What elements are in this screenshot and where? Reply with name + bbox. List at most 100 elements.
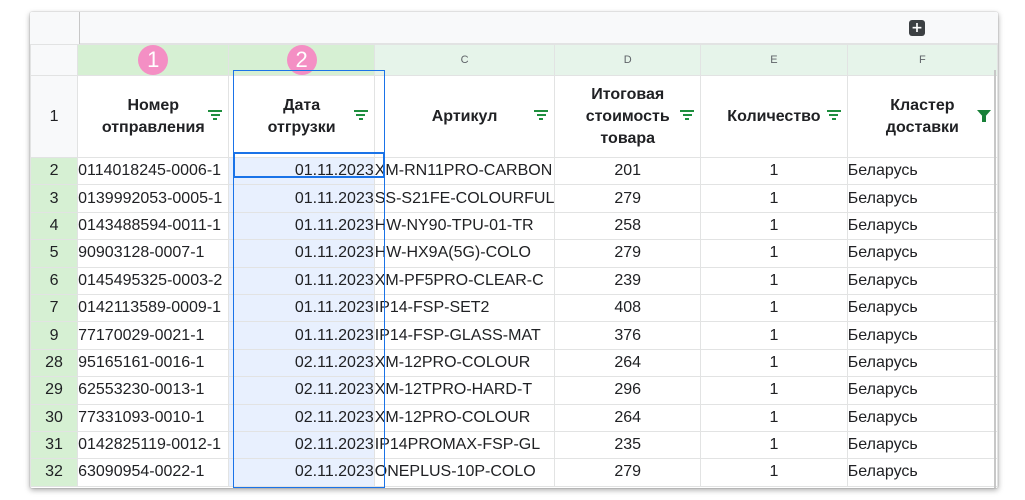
- cell-total-cost[interactable]: 279: [554, 239, 702, 268]
- header-shipment-number[interactable]: Номер отправления: [77, 75, 230, 158]
- cell-total-cost[interactable]: 279: [554, 184, 702, 213]
- cell-quantity[interactable]: 1: [700, 321, 848, 350]
- cell-quantity[interactable]: 1: [700, 348, 848, 378]
- plus-square-icon[interactable]: +: [909, 20, 925, 36]
- row-number[interactable]: 5: [30, 239, 79, 268]
- cell-total-cost[interactable]: 239: [554, 266, 702, 295]
- cell-total-cost[interactable]: 264: [554, 403, 702, 432]
- cell-delivery-cluster[interactable]: Беларусь: [846, 430, 998, 460]
- cell-article[interactable]: XM-RN11PRO-CARBON: [373, 156, 556, 186]
- row-number[interactable]: 4: [30, 211, 79, 241]
- cell-article[interactable]: XM-12PRO-COLOUR: [373, 403, 556, 432]
- header-delivery-cluster[interactable]: Кластер доставки: [846, 75, 998, 158]
- cell-quantity[interactable]: 1: [700, 458, 848, 487]
- cell-shipment-number[interactable]: 63090954-0022-1: [77, 458, 230, 487]
- cell-delivery-cluster[interactable]: Беларусь: [846, 293, 998, 323]
- row-number[interactable]: 6: [30, 266, 79, 295]
- cell-article[interactable]: IP14-FSP-SET2: [373, 293, 556, 323]
- cell-article[interactable]: XM-12PRO-COLOUR: [373, 348, 556, 378]
- cell-quantity[interactable]: 1: [700, 211, 848, 241]
- cell-total-cost[interactable]: 201: [554, 156, 702, 186]
- row-number[interactable]: 28: [30, 348, 79, 378]
- cell-article[interactable]: HW-HX9A(5G)-COLO: [373, 239, 556, 268]
- cell-ship-date[interactable]: 02.11.2023: [228, 430, 375, 460]
- cell-quantity[interactable]: 1: [700, 376, 848, 405]
- filter-icon[interactable]: [208, 110, 223, 122]
- filter-icon[interactable]: [680, 110, 695, 122]
- header-total-cost[interactable]: Итоговая стоимость товара: [554, 75, 702, 158]
- cell-total-cost[interactable]: 235: [554, 430, 702, 460]
- cell-shipment-number[interactable]: 0145495325-0003-2: [77, 266, 230, 295]
- cell-article[interactable]: HW-NY90-TPU-01-TR: [373, 211, 556, 241]
- cell-delivery-cluster[interactable]: Беларусь: [846, 458, 998, 487]
- cell-total-cost[interactable]: 408: [554, 293, 702, 323]
- cell-shipment-number[interactable]: 0142113589-0009-1: [77, 293, 230, 323]
- cell-ship-date[interactable]: 02.11.2023: [228, 458, 375, 487]
- cell-shipment-number[interactable]: 62553230-0013-1: [77, 376, 230, 405]
- cell-total-cost[interactable]: 258: [554, 211, 702, 241]
- cell-delivery-cluster[interactable]: Беларусь: [846, 376, 998, 405]
- cell-quantity[interactable]: 1: [700, 184, 848, 213]
- cell-shipment-number[interactable]: 90903128-0007-1: [77, 239, 230, 268]
- cell-article[interactable]: SS-S21FE-COLOURFUL: [373, 184, 556, 213]
- cell-total-cost[interactable]: 296: [554, 376, 702, 405]
- cell-ship-date[interactable]: 01.11.2023: [228, 266, 375, 295]
- column-header-e[interactable]: E: [700, 44, 848, 76]
- row-number[interactable]: 29: [30, 376, 79, 405]
- filter-icon[interactable]: [353, 110, 368, 122]
- cell-delivery-cluster[interactable]: Беларусь: [846, 348, 998, 378]
- filter-icon[interactable]: [826, 110, 841, 122]
- cell-ship-date[interactable]: 01.11.2023: [228, 156, 375, 186]
- column-header-a[interactable]: 1: [77, 44, 230, 76]
- cell-ship-date[interactable]: 02.11.2023: [228, 348, 375, 378]
- row-number[interactable]: 32: [30, 458, 79, 487]
- cell-shipment-number[interactable]: 77170029-0021-1: [77, 321, 230, 350]
- cell-article[interactable]: IP14-FSP-GLASS-MAT: [373, 321, 556, 350]
- cell-ship-date[interactable]: 02.11.2023: [228, 376, 375, 405]
- cell-quantity[interactable]: 1: [700, 293, 848, 323]
- cell-delivery-cluster[interactable]: Беларусь: [846, 211, 998, 241]
- cell-ship-date[interactable]: 01.11.2023: [228, 239, 375, 268]
- row-number[interactable]: 9: [30, 321, 79, 350]
- cell-ship-date[interactable]: 01.11.2023: [228, 184, 375, 213]
- row-number[interactable]: 2: [30, 156, 79, 186]
- cell-quantity[interactable]: 1: [700, 239, 848, 268]
- cell-shipment-number[interactable]: 0114018245-0006-1: [77, 156, 230, 186]
- cell-total-cost[interactable]: 279: [554, 458, 702, 487]
- cell-ship-date[interactable]: 01.11.2023: [228, 293, 375, 323]
- row-number[interactable]: 30: [30, 403, 79, 432]
- cell-article[interactable]: XM-12TPRO-HARD-T: [373, 376, 556, 405]
- header-quantity[interactable]: Количество: [700, 75, 848, 158]
- row-number[interactable]: 31: [30, 430, 79, 460]
- row-number[interactable]: 3: [30, 184, 79, 213]
- cell-delivery-cluster[interactable]: Беларусь: [846, 239, 998, 268]
- select-all-corner[interactable]: [30, 44, 79, 76]
- cell-total-cost[interactable]: 264: [554, 348, 702, 378]
- cell-delivery-cluster[interactable]: Беларусь: [846, 184, 998, 213]
- header-article[interactable]: Артикул: [373, 75, 556, 158]
- cell-total-cost[interactable]: 376: [554, 321, 702, 350]
- cell-shipment-number[interactable]: 0143488594-0011-1: [77, 211, 230, 241]
- cell-shipment-number[interactable]: 95165161-0016-1: [77, 348, 230, 378]
- cell-article[interactable]: XM-PF5PRO-CLEAR-C: [373, 266, 556, 295]
- header-ship-date[interactable]: Дата отгрузки: [228, 75, 375, 158]
- row-number[interactable]: 1: [30, 75, 79, 158]
- filter-icon[interactable]: [534, 110, 549, 122]
- cell-quantity[interactable]: 1: [700, 430, 848, 460]
- row-number[interactable]: 7: [30, 293, 79, 323]
- cell-ship-date[interactable]: 02.11.2023: [228, 403, 375, 432]
- cell-shipment-number[interactable]: 0139992053-0005-1: [77, 184, 230, 213]
- cell-ship-date[interactable]: 01.11.2023: [228, 321, 375, 350]
- column-header-b[interactable]: 2: [228, 44, 375, 76]
- cell-article[interactable]: IP14PROMAX-FSP-GL: [373, 430, 556, 460]
- cell-delivery-cluster[interactable]: Беларусь: [846, 266, 998, 295]
- cell-quantity[interactable]: 1: [700, 156, 848, 186]
- cell-quantity[interactable]: 1: [700, 266, 848, 295]
- column-header-f[interactable]: F: [846, 44, 998, 76]
- column-header-d[interactable]: D: [554, 44, 702, 76]
- cell-ship-date[interactable]: 01.11.2023: [228, 211, 375, 241]
- column-header-c[interactable]: C: [373, 44, 556, 76]
- cell-delivery-cluster[interactable]: Беларусь: [846, 403, 998, 432]
- cell-delivery-cluster[interactable]: Беларусь: [846, 321, 998, 350]
- cell-shipment-number[interactable]: 0142825119-0012-1: [77, 430, 230, 460]
